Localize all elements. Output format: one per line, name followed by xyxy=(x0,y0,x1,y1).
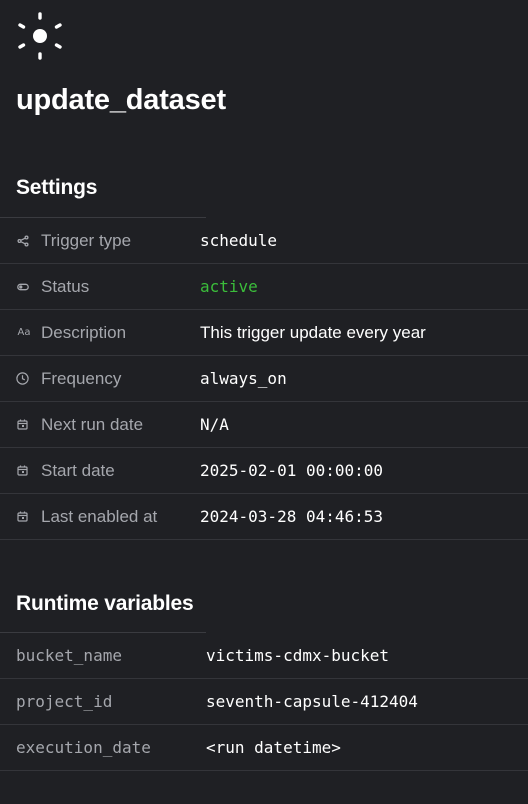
setting-row-next-run-date: Next run date N/A xyxy=(0,402,528,448)
variable-row-bucket-name: bucket_name victims-cdmx-bucket xyxy=(0,633,528,679)
share-icon xyxy=(16,234,29,247)
setting-value-description: This trigger update every year xyxy=(200,322,426,342)
setting-value-start-date: 2025-02-01 00:00:00 xyxy=(200,461,384,480)
variable-name: bucket_name xyxy=(16,646,122,665)
setting-value-frequency: always_on xyxy=(200,369,287,388)
runtime-variables-heading: Runtime variables xyxy=(16,592,194,615)
setting-label: Description xyxy=(41,322,127,342)
setting-label: Trigger type xyxy=(41,230,132,250)
setting-row-last-enabled-at: Last enabled at 2024-03-28 04:46:53 xyxy=(0,494,528,540)
setting-label: Next run date xyxy=(41,414,144,434)
toggle-icon xyxy=(16,280,29,293)
setting-label: Start date xyxy=(41,460,115,480)
setting-row-status: Status active xyxy=(0,264,528,310)
setting-row-frequency: Frequency always_on xyxy=(0,356,528,402)
variable-name: execution_date xyxy=(16,738,151,757)
variable-name: project_id xyxy=(16,692,113,711)
setting-label: Frequency xyxy=(41,368,122,388)
setting-row-trigger-type: Trigger type schedule xyxy=(0,218,528,264)
text-aa-icon: Aa xyxy=(17,327,31,338)
page-title: update_dataset xyxy=(16,84,226,116)
variable-row-project-id: project_id seventh-capsule-412404 xyxy=(0,679,528,725)
calendar-icon xyxy=(16,464,29,477)
status-badge: active xyxy=(200,277,258,296)
variable-row-execution-date: execution_date <run datetime> xyxy=(0,725,528,771)
variable-value: <run datetime> xyxy=(206,738,341,757)
setting-value-last-enabled-at: 2024-03-28 04:46:53 xyxy=(200,507,384,526)
variable-value: victims-cdmx-bucket xyxy=(206,646,390,665)
setting-row-start-date: Start date 2025-02-01 00:00:00 xyxy=(0,448,528,494)
calendar-icon xyxy=(16,418,29,431)
setting-value-trigger-type: schedule xyxy=(200,231,278,250)
variable-value: seventh-capsule-412404 xyxy=(206,692,418,711)
setting-row-description: Aa Description This trigger update every… xyxy=(0,310,528,356)
calendar-icon xyxy=(16,510,29,523)
setting-label: Last enabled at xyxy=(41,506,158,526)
sun-icon xyxy=(18,12,62,60)
setting-label: Status xyxy=(41,276,90,296)
settings-heading: Settings xyxy=(16,176,98,199)
settings-table: Trigger type schedule Status active Aa D… xyxy=(0,218,528,540)
setting-value-next-run-date: N/A xyxy=(200,415,229,434)
clock-icon xyxy=(16,372,29,385)
runtime-variables-table: bucket_name victims-cdmx-bucket project_… xyxy=(0,633,528,771)
